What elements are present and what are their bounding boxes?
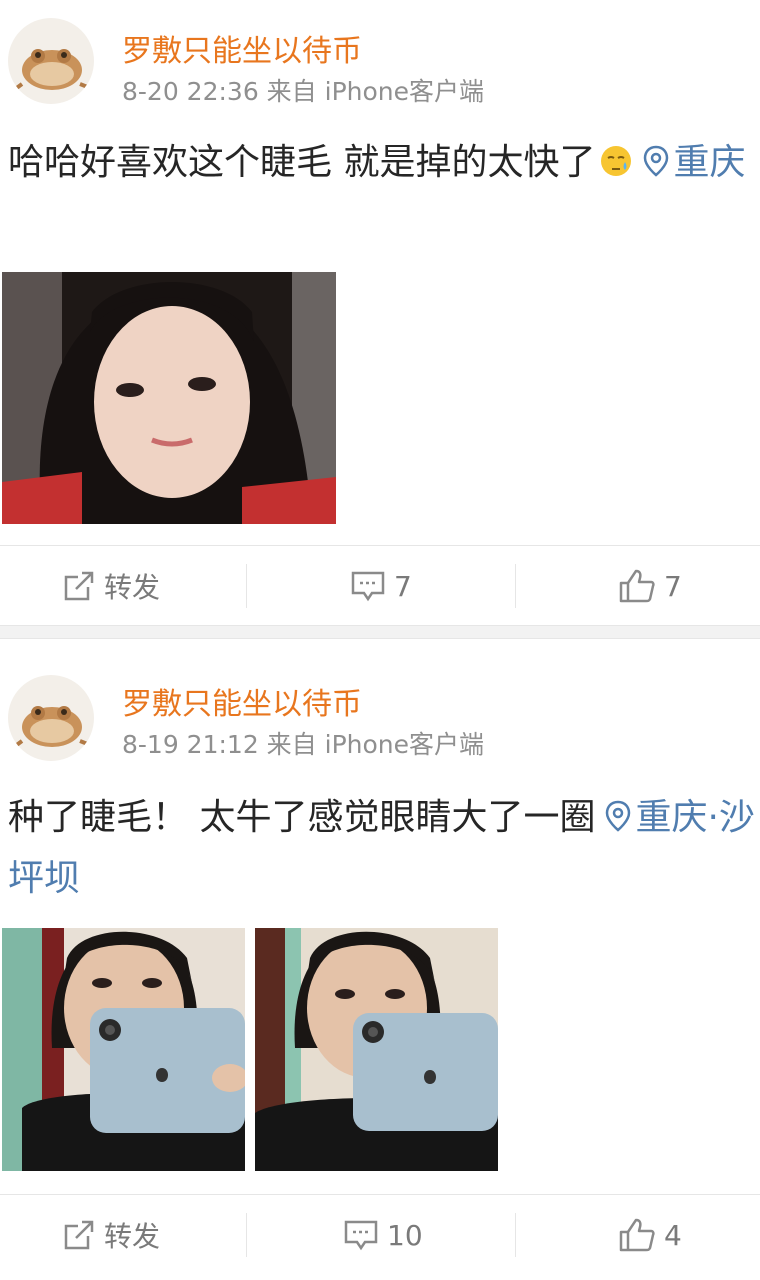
- location-pin-icon: [643, 137, 669, 195]
- like-count: 4: [664, 1218, 682, 1252]
- like-icon: [619, 1218, 655, 1252]
- post-text: 哈哈好喜欢这个睫毛 就是掉的太快了 重庆: [8, 134, 756, 196]
- repost-button[interactable]: 转发: [62, 1195, 160, 1275]
- comment-button[interactable]: 7: [350, 546, 412, 626]
- frog-avatar-icon: [12, 49, 91, 92]
- comment-icon: [351, 571, 385, 602]
- mirror-selfie-image: [255, 928, 498, 1171]
- sad-emoji-icon: [599, 138, 633, 196]
- comment-button[interactable]: 10: [343, 1195, 423, 1275]
- like-button[interactable]: 7: [618, 546, 682, 626]
- frog-avatar-icon: [12, 706, 91, 749]
- username[interactable]: 罗敷只能坐以待币: [122, 679, 362, 723]
- post-photo-1[interactable]: [2, 928, 245, 1171]
- repost-button[interactable]: 转发: [62, 546, 160, 626]
- comment-icon: [344, 1220, 378, 1251]
- location-link[interactable]: 重庆: [673, 142, 745, 183]
- username[interactable]: 罗敷只能坐以待币: [122, 26, 362, 70]
- post-photo-2[interactable]: [255, 928, 498, 1171]
- post-photo[interactable]: [2, 272, 336, 524]
- repost-label: 转发: [104, 571, 161, 604]
- user-avatar[interactable]: [8, 18, 94, 104]
- comment-count: 10: [387, 1218, 423, 1252]
- weibo-post-1: 罗敷只能坐以待币 8-20 22:36 来自 iPhone客户端 哈哈好喜欢这个…: [0, 0, 760, 625]
- post-text: 种了睫毛！ 太牛了感觉眼睛大了一圈 重庆·沙坪坝: [8, 789, 756, 908]
- comment-count: 7: [394, 569, 412, 603]
- repost-icon: [64, 571, 94, 601]
- action-bar: 转发 7 7: [0, 545, 760, 625]
- mirror-selfie-image: [2, 928, 245, 1171]
- repost-label: 转发: [104, 1220, 161, 1253]
- post-meta: 8-19 21:12 来自 iPhone客户端: [122, 730, 485, 759]
- post-text-content: 哈哈好喜欢这个睫毛 就是掉的太快了: [8, 142, 596, 183]
- post-text-content: 种了睫毛！ 太牛了感觉眼睛大了一圈: [8, 797, 596, 838]
- repost-icon: [64, 1220, 94, 1250]
- like-count: 7: [664, 569, 682, 603]
- selfie-photo-image: [2, 272, 336, 524]
- post-separator: [0, 625, 760, 639]
- like-icon: [619, 569, 655, 603]
- post-meta: 8-20 22:36 来自 iPhone客户端: [122, 77, 485, 106]
- user-avatar[interactable]: [8, 675, 94, 761]
- location-pin-icon: [605, 792, 631, 850]
- action-bar: 转发 10 4: [0, 1194, 760, 1274]
- weibo-post-2: 罗敷只能坐以待币 8-19 21:12 来自 iPhone客户端 种了睫毛！ 太…: [0, 639, 760, 1280]
- like-button[interactable]: 4: [618, 1195, 682, 1275]
